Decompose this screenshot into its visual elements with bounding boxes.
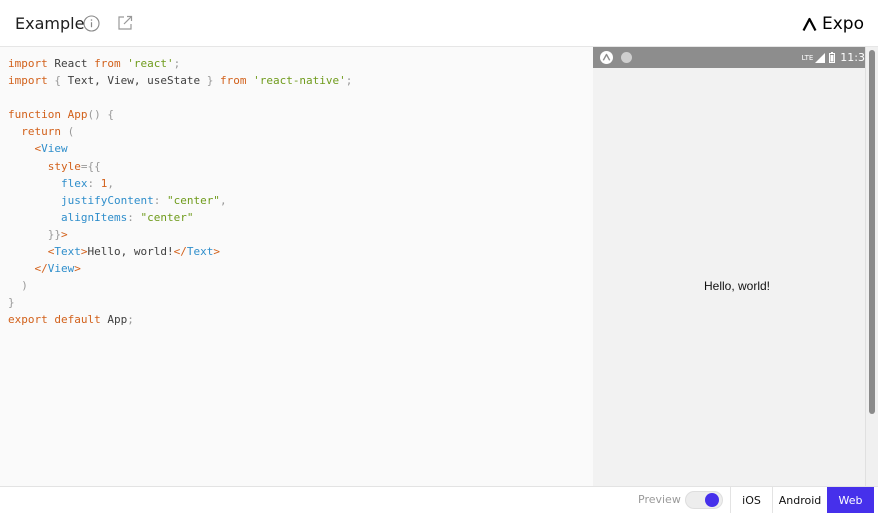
page-title: Example [15,14,85,33]
code-token: default [54,313,101,327]
code-token: Text [186,245,214,259]
code-token: ; [173,57,181,70]
code-token: ) [8,279,28,293]
code-token: : [153,193,167,207]
signal-icon [815,52,826,63]
status-indicators: LTE 11:3 [802,50,865,65]
code-token: justifyContent [8,193,154,207]
code-token: from [219,74,247,88]
battery-icon [829,52,836,63]
external-link-icon[interactable] [116,14,134,32]
code-token: import [8,74,48,88]
code-line[interactable]: import React from 'react'; [8,55,593,72]
platform-tab-ios[interactable]: iOS [730,487,772,513]
code-token: App [67,108,88,122]
code-token: Hello, world! [87,245,174,259]
code-token: </ [173,245,187,259]
code-line[interactable]: ) [8,277,593,294]
code-line[interactable]: export default App; [8,311,593,328]
toggle-knob [705,493,719,507]
code-token: ; [345,74,353,88]
code-token: > [60,227,68,241]
code-token: return [21,125,61,139]
code-token: ={{ [80,159,101,173]
code-token: React [47,57,95,70]
expo-logo-icon [600,51,613,64]
code-token: Text, View, useState [61,74,207,88]
preview-toggle[interactable] [685,491,723,509]
code-content[interactable]: import React from 'react'; import { Text,… [0,47,593,329]
code-token: } [8,296,15,310]
code-editor[interactable]: import React from 'react'; import { Text,… [0,47,593,486]
code-token: , [107,176,114,190]
footer-bar: Preview iOS Android Web [0,486,878,513]
code-token: function [8,108,61,122]
code-token: : [87,176,101,190]
device-screen: Hello, world! [593,68,865,486]
code-token: > [80,245,88,259]
code-line[interactable] [8,89,593,106]
code-token: 'react-native' [253,74,346,88]
code-token: export [8,313,48,327]
status-time: 11:3 [840,51,865,64]
code-line[interactable]: } [8,294,593,311]
scrollbar-thumb[interactable] [869,50,875,414]
code-token: () { [87,108,114,122]
code-line[interactable]: <View [8,140,593,157]
device-preview: LTE 11:3 Hello, world! [593,47,878,486]
code-token: View [41,142,68,156]
code-token: from [94,57,121,70]
platform-tab-web[interactable]: Web [827,487,874,513]
code-token: import [8,57,48,70]
code-token: ; [127,313,134,327]
code-line[interactable]: style={{ [8,158,593,175]
code-line[interactable]: alignItems: "center" [8,209,593,226]
expo-brand[interactable]: Expo [802,13,864,35]
device-status-bar: LTE 11:3 [593,47,865,68]
code-line[interactable]: import { Text, View, useState } from 're… [8,72,593,89]
platform-tab-android[interactable]: Android [772,487,827,513]
expo-logo-icon [802,17,817,31]
header: Example Expo [0,0,878,47]
code-token: alignItems [8,210,128,224]
code-line[interactable]: justifyContent: "center", [8,192,593,209]
code-token: style [47,159,81,173]
network-label: LTE [801,53,814,62]
code-line[interactable]: return ( [8,123,593,140]
preview-label: Preview [638,493,681,506]
code-token: "center" [140,210,194,224]
code-token: Text [54,245,81,259]
hello-text: Hello, world! [703,279,771,293]
code-token: > [74,262,81,276]
code-token: ( [61,125,75,139]
code-token: , [219,193,227,207]
code-token: flex [8,176,88,190]
code-line[interactable]: </View> [8,260,593,277]
info-icon[interactable] [83,15,100,32]
code-line[interactable]: flex: 1, [8,175,593,192]
code-token: </ [34,262,48,276]
code-token: "center" [166,193,220,207]
status-dot-icon [621,52,632,63]
code-token: App [100,313,128,327]
code-token: 'react' [127,57,174,70]
code-token: : [127,210,141,224]
code-token: View [47,262,75,276]
code-line[interactable]: <Text>Hello, world!</Text> [8,243,593,260]
brand-name: Expo [822,14,864,34]
code-token: > [213,245,220,259]
code-token: { [54,74,61,88]
code-token: }} [8,227,61,241]
code-line[interactable]: function App() { [8,106,593,123]
scrollbar-track[interactable] [865,47,878,486]
code-line[interactable]: }}> [8,226,593,243]
